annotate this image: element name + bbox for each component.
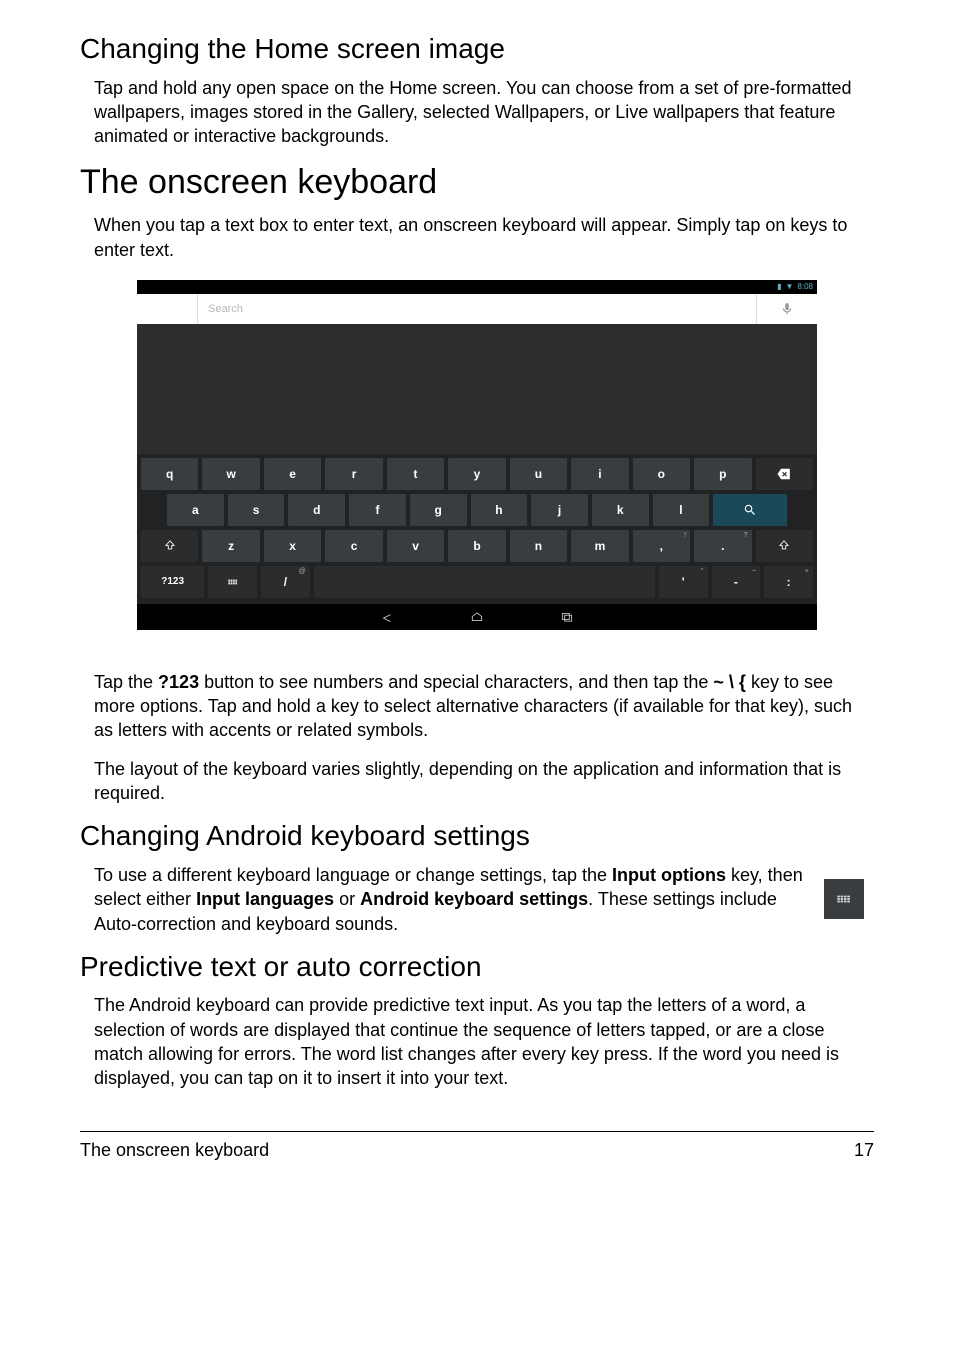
key-y[interactable]: y [448, 458, 505, 490]
battery-icon: ▮ [777, 282, 781, 291]
key-v[interactable]: v [387, 530, 444, 562]
key-k[interactable]: k [592, 494, 649, 526]
key-j[interactable]: j [531, 494, 588, 526]
nav-back[interactable] [377, 610, 397, 624]
key-z[interactable]: z [202, 530, 259, 562]
key-b[interactable]: b [448, 530, 505, 562]
para-onscreen-intro: When you tap a text box to enter text, a… [94, 213, 874, 262]
key-o[interactable]: o [633, 458, 690, 490]
para-change-settings: To use a different keyboard language or … [94, 863, 808, 936]
heading-predictive: Predictive text or auto correction [80, 950, 874, 984]
key-s[interactable]: s [228, 494, 285, 526]
key-n[interactable]: n [510, 530, 567, 562]
key-r[interactable]: r [325, 458, 382, 490]
key-search-action[interactable] [713, 494, 787, 526]
heading-change-settings: Changing Android keyboard settings [80, 819, 874, 853]
key-comma[interactable]: ,! [633, 530, 690, 562]
para-predictive: The Android keyboard can provide predict… [94, 993, 874, 1090]
key-shift-right[interactable] [756, 530, 813, 562]
key-dash[interactable]: -~ [712, 566, 761, 598]
onscreen-keyboard: q w e r t y u i o p a s [137, 454, 817, 604]
footer-page: 17 [854, 1140, 874, 1161]
heading-change-home: Changing the Home screen image [80, 32, 874, 66]
key-shift-left[interactable] [141, 530, 198, 562]
key-q[interactable]: q [141, 458, 198, 490]
key-apostrophe[interactable]: '" [659, 566, 708, 598]
key-backspace[interactable] [756, 458, 813, 490]
key-e[interactable]: e [264, 458, 321, 490]
key-x[interactable]: x [264, 530, 321, 562]
key-p[interactable]: p [694, 458, 751, 490]
footer-title: The onscreen keyboard [80, 1140, 269, 1161]
key-c[interactable]: c [325, 530, 382, 562]
mic-icon[interactable] [757, 302, 817, 316]
wifi-icon: ▼ [786, 282, 794, 291]
key-i[interactable]: i [571, 458, 628, 490]
key-colon[interactable]: :+ [764, 566, 813, 598]
para-change-home: Tap and hold any open space on the Home … [94, 76, 874, 149]
key-g[interactable]: g [410, 494, 467, 526]
key-l[interactable]: l [653, 494, 710, 526]
search-input[interactable]: Search [197, 294, 757, 324]
content-area [137, 324, 817, 454]
key-d[interactable]: d [288, 494, 345, 526]
search-bar: Search [137, 294, 817, 324]
key-h[interactable]: h [471, 494, 528, 526]
key-t[interactable]: t [387, 458, 444, 490]
search-logo-area[interactable] [137, 294, 197, 324]
key-numswitch[interactable]: ?123 [141, 566, 204, 598]
key-input-options[interactable] [208, 566, 257, 598]
key-f[interactable]: f [349, 494, 406, 526]
heading-onscreen-keyboard: The onscreen keyboard [80, 162, 874, 203]
para-tap-info: Tap the ?123 button to see numbers and s… [94, 670, 874, 743]
nav-recent[interactable] [557, 610, 577, 624]
footer-rule [80, 1131, 874, 1132]
key-w[interactable]: w [202, 458, 259, 490]
key-space[interactable] [314, 566, 655, 598]
nav-home[interactable] [467, 610, 487, 624]
status-bar: ▮ ▼ 8:08 [137, 280, 817, 294]
status-time: 8:08 [797, 282, 813, 291]
input-options-icon [824, 879, 864, 919]
android-navbar [137, 604, 817, 630]
key-slash[interactable]: /@ [261, 566, 310, 598]
device-screenshot: ▮ ▼ 8:08 Search q w e r t [137, 280, 817, 630]
key-u[interactable]: u [510, 458, 567, 490]
para-layout: The layout of the keyboard varies slight… [94, 757, 874, 806]
key-period[interactable]: .? [694, 530, 751, 562]
key-m[interactable]: m [571, 530, 628, 562]
key-a[interactable]: a [167, 494, 224, 526]
